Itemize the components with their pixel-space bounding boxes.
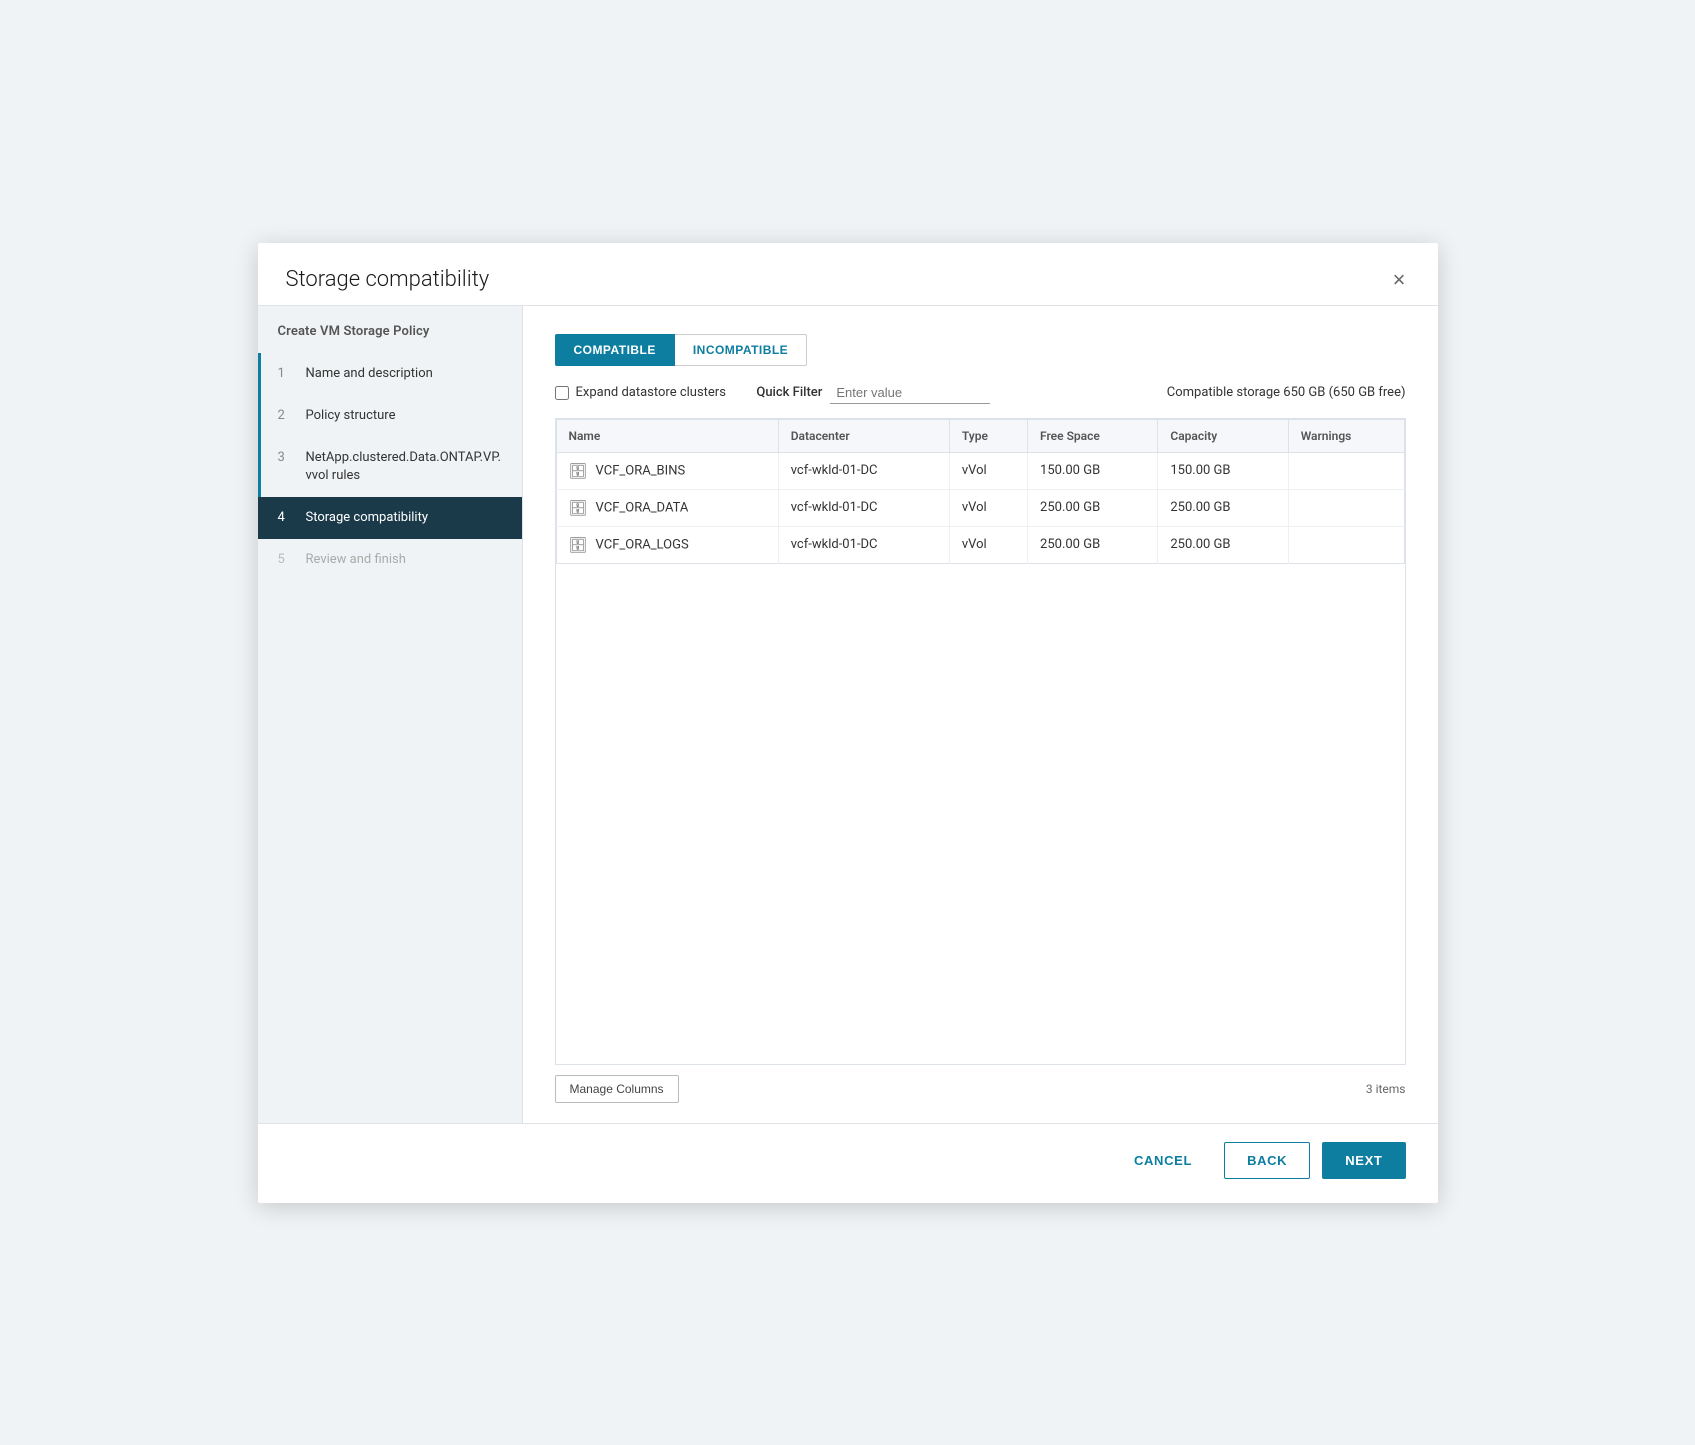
- sidebar-title: Create VM Storage Policy: [258, 306, 522, 353]
- step-num-5: 5: [278, 552, 294, 567]
- step-label-storage-compatibility: Storage compatibility: [306, 509, 429, 527]
- step-num-2: 2: [278, 408, 294, 423]
- close-button[interactable]: ×: [1389, 265, 1410, 295]
- main-content: COMPATIBLE INCOMPATIBLE Expand datastore…: [523, 306, 1438, 1123]
- step-num-4: 4: [278, 510, 294, 525]
- create-vm-storage-policy-dialog: Storage compatibility × Create VM Storag…: [258, 243, 1438, 1203]
- database-icon: 🗄: [569, 536, 588, 554]
- storage-table: Name Datacenter Type Free Space Capacity…: [556, 419, 1405, 564]
- table-row[interactable]: 🗄VCF_ORA_LOGSvcf-wkld-01-DCvVol250.00 GB…: [556, 526, 1404, 563]
- quick-filter-group: Quick Filter: [756, 382, 990, 404]
- cell-name: 🗄 VCF_ORA_LOGS: [556, 526, 778, 563]
- col-name[interactable]: Name: [556, 419, 778, 452]
- compat-storage-info: Compatible storage 650 GB (650 GB free): [1167, 385, 1406, 400]
- cell-datacenter: vcf-wkld-01-DC: [778, 489, 949, 526]
- cell-capacity: 250.00 GB: [1158, 489, 1288, 526]
- step-label-name-description: Name and description: [306, 365, 433, 383]
- cell-type: vVol: [949, 452, 1027, 489]
- cancel-button[interactable]: CANCEL: [1114, 1143, 1212, 1178]
- cell-free-space: 250.00 GB: [1028, 526, 1158, 563]
- cell-capacity: 250.00 GB: [1158, 526, 1288, 563]
- sidebar-item-policy-structure[interactable]: 2 Policy structure: [258, 395, 522, 437]
- database-icon: 🗄: [569, 499, 588, 517]
- table-header-row: Name Datacenter Type Free Space Capacity…: [556, 419, 1404, 452]
- filter-left: Expand datastore clusters Quick Filter: [555, 382, 991, 404]
- quick-filter-input[interactable]: [830, 382, 990, 404]
- expand-datastore-clusters-checkbox-label[interactable]: Expand datastore clusters: [555, 385, 726, 400]
- sidebar-item-name-description[interactable]: 1 Name and description: [258, 353, 522, 395]
- tab-compatible[interactable]: COMPATIBLE: [555, 334, 675, 366]
- cell-type: vVol: [949, 526, 1027, 563]
- manage-columns-button[interactable]: Manage Columns: [555, 1075, 679, 1103]
- col-type[interactable]: Type: [949, 419, 1027, 452]
- database-icon: 🗄: [569, 462, 588, 480]
- row-name: VCF_ORA_BINS: [596, 463, 686, 478]
- table-wrapper: Name Datacenter Type Free Space Capacity…: [555, 418, 1406, 1065]
- table-row[interactable]: 🗄VCF_ORA_BINSvcf-wkld-01-DCvVol150.00 GB…: [556, 452, 1404, 489]
- dialog-title: Storage compatibility: [286, 267, 490, 292]
- quick-filter-label: Quick Filter: [756, 385, 822, 400]
- sidebar-item-ontap-rules[interactable]: 3 NetApp.clustered.Data.ONTAP.VP.vvol ru…: [258, 437, 522, 497]
- cell-free-space: 250.00 GB: [1028, 489, 1158, 526]
- step-label-review-finish: Review and finish: [306, 551, 406, 569]
- expand-datastore-clusters-checkbox[interactable]: [555, 386, 569, 400]
- dialog-body: Create VM Storage Policy 1 Name and desc…: [258, 306, 1438, 1123]
- expand-datastore-label: Expand datastore clusters: [576, 385, 726, 400]
- cell-warnings: [1288, 489, 1404, 526]
- cell-capacity: 150.00 GB: [1158, 452, 1288, 489]
- col-datacenter[interactable]: Datacenter: [778, 419, 949, 452]
- dialog-footer: CANCEL BACK NEXT: [258, 1123, 1438, 1203]
- cell-free-space: 150.00 GB: [1028, 452, 1158, 489]
- cell-warnings: [1288, 526, 1404, 563]
- items-count: 3 items: [1366, 1082, 1406, 1096]
- cell-warnings: [1288, 452, 1404, 489]
- step-label-ontap-rules: NetApp.clustered.Data.ONTAP.VP.vvol rule…: [306, 449, 501, 485]
- col-free-space[interactable]: Free Space: [1028, 419, 1158, 452]
- table-row[interactable]: 🗄VCF_ORA_DATAvcf-wkld-01-DCvVol250.00 GB…: [556, 489, 1404, 526]
- cell-datacenter: vcf-wkld-01-DC: [778, 452, 949, 489]
- cell-type: vVol: [949, 489, 1027, 526]
- col-capacity[interactable]: Capacity: [1158, 419, 1288, 452]
- back-button[interactable]: BACK: [1224, 1142, 1310, 1179]
- col-warnings[interactable]: Warnings: [1288, 419, 1404, 452]
- tab-bar: COMPATIBLE INCOMPATIBLE: [555, 334, 1406, 366]
- cell-name: 🗄 VCF_ORA_DATA: [556, 489, 778, 526]
- table-scroll[interactable]: Name Datacenter Type Free Space Capacity…: [556, 419, 1405, 564]
- sidebar-item-storage-compatibility[interactable]: 4 Storage compatibility: [258, 497, 522, 539]
- sidebar-item-review-finish: 5 Review and finish: [258, 539, 522, 581]
- cell-datacenter: vcf-wkld-01-DC: [778, 526, 949, 563]
- table-footer: Manage Columns 3 items: [555, 1065, 1406, 1103]
- row-name: VCF_ORA_DATA: [596, 500, 689, 515]
- filter-row: Expand datastore clusters Quick Filter C…: [555, 382, 1406, 404]
- row-name: VCF_ORA_LOGS: [596, 537, 689, 552]
- step-label-policy-structure: Policy structure: [306, 407, 396, 425]
- tab-incompatible[interactable]: INCOMPATIBLE: [675, 334, 807, 366]
- step-num-1: 1: [278, 366, 294, 381]
- cell-name: 🗄 VCF_ORA_BINS: [556, 452, 778, 489]
- next-button[interactable]: NEXT: [1322, 1142, 1405, 1179]
- dialog-header: Storage compatibility ×: [258, 243, 1438, 306]
- sidebar: Create VM Storage Policy 1 Name and desc…: [258, 306, 523, 1123]
- step-num-3: 3: [278, 450, 294, 465]
